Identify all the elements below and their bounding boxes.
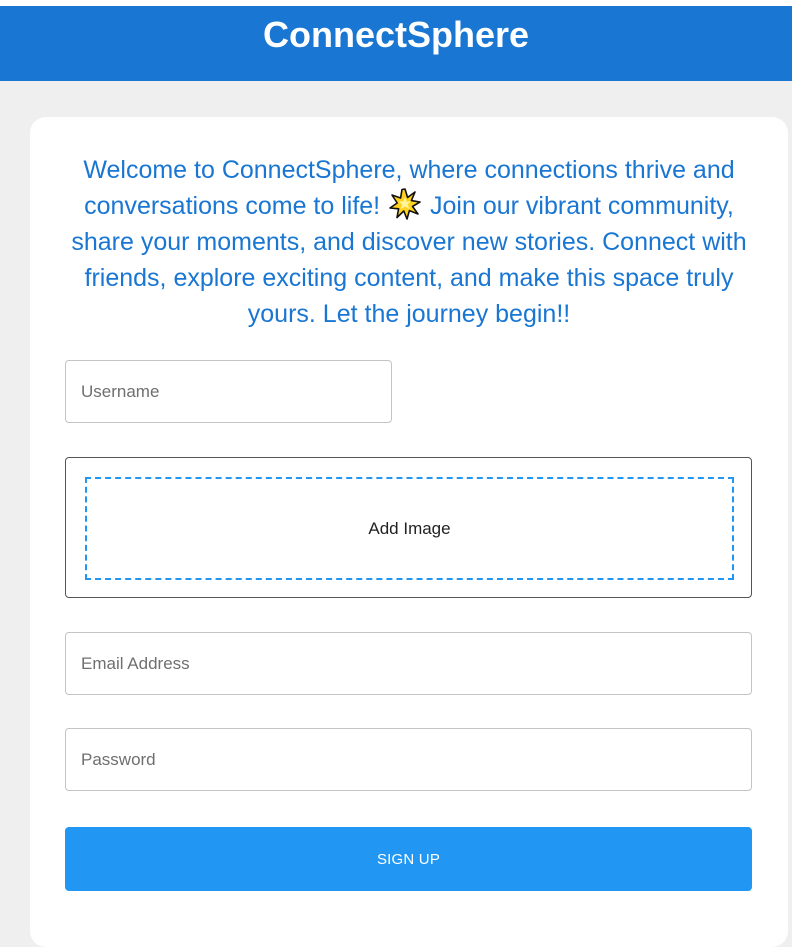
add-image-label: Add Image <box>368 518 451 538</box>
sign-up-button[interactable]: SIGN UP <box>65 827 752 891</box>
password-input[interactable] <box>65 728 752 791</box>
sparkle-icon <box>389 188 421 220</box>
welcome-message: Welcome to ConnectSphere, where connecti… <box>70 152 748 332</box>
app-title: ConnectSphere <box>262 14 530 55</box>
add-image-dropzone[interactable]: Add Image <box>85 477 734 580</box>
username-input[interactable] <box>65 360 392 423</box>
email-input[interactable] <box>65 632 752 695</box>
app-header: ConnectSphere <box>0 6 792 81</box>
image-upload-box: Add Image <box>65 457 752 598</box>
